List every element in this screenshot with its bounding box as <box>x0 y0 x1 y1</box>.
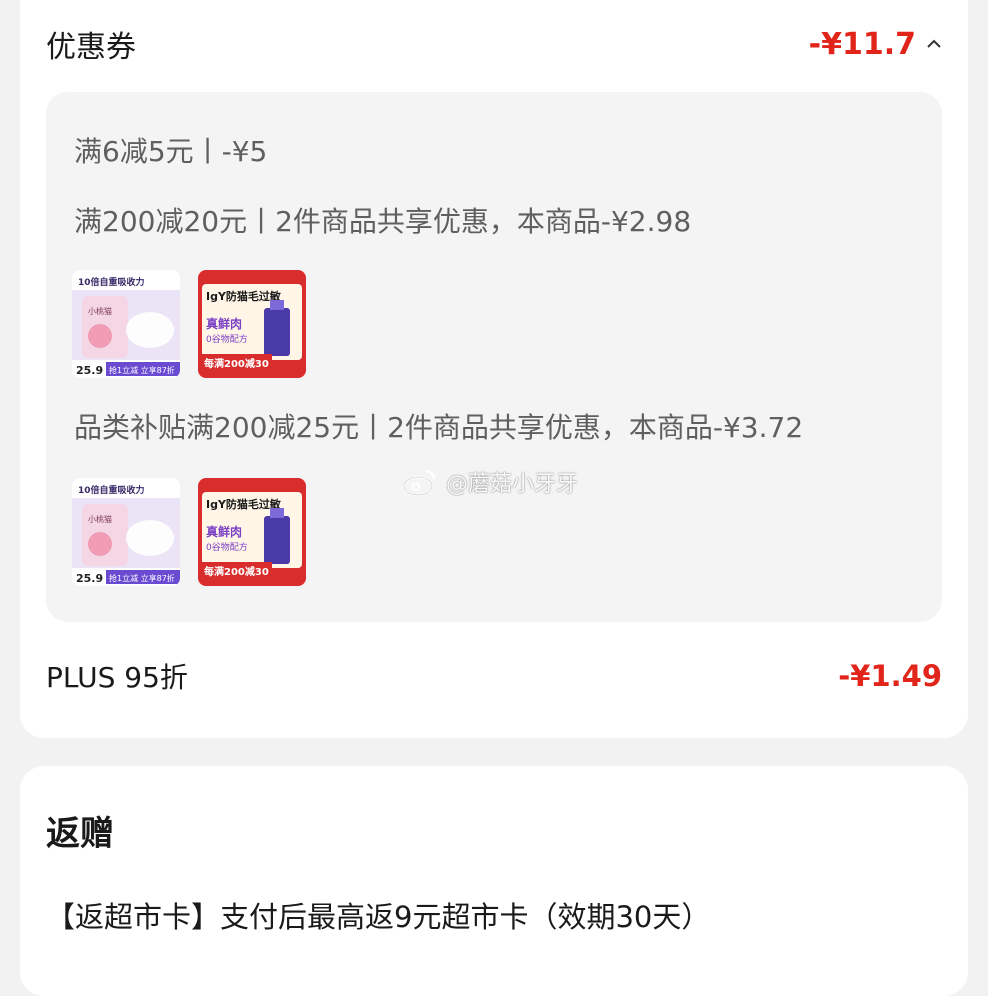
pad-headline: 10倍自重吸收力 <box>78 276 145 288</box>
pad-promo: 抢1立减 立享87折 <box>109 365 175 375</box>
coupon-line: 满200减20元丨2件商品共享优惠，本商品-¥2.98 <box>74 205 692 238</box>
chevron-up-icon[interactable] <box>926 36 942 52</box>
plus-discount-label: PLUS 95折 <box>46 661 188 694</box>
pad-headline: 10倍自重吸收力 <box>78 484 145 496</box>
product-thumbnail-catfood[interactable]: IgY防猫毛过敏 真鲜肉 0谷物配方 每满200减30 <box>198 478 306 586</box>
watermark-text: @蘑菇小牙牙 <box>446 472 579 497</box>
gift-title: 返赠 <box>46 814 114 854</box>
catfood-sub: 0谷物配方 <box>206 333 248 345</box>
catfood-sub: 0谷物配方 <box>206 541 248 553</box>
pad-price: 25.9 <box>76 572 103 585</box>
coupon-total-value: -¥11.7 <box>808 26 916 62</box>
catfood-main: 真鲜肉 <box>206 316 242 331</box>
gift-card: 返赠 【返超市卡】支付后最高返9元超市卡（效期30天） <box>20 766 968 996</box>
pad-brand: 小桃猫 <box>88 514 112 524</box>
coupon-detail-panel: 满6减5元丨-¥5 满200减20元丨2件商品共享优惠，本商品-¥2.98 10… <box>46 92 942 622</box>
coupon-line: 满6减5元丨-¥5 <box>74 135 268 168</box>
watermark: @蘑菇小牙牙 <box>402 466 578 498</box>
plus-discount-row: PLUS 95折 -¥1.49 <box>46 656 942 696</box>
product-thumbnail-catfood[interactable]: IgY防猫毛过敏 真鲜肉 0谷物配方 每满200减30 <box>198 270 306 378</box>
catfood-promo: 每满200减30 <box>204 565 269 578</box>
catfood-main: 真鲜肉 <box>206 524 242 539</box>
pad-promo: 抢1立减 立享87折 <box>109 573 175 583</box>
product-thumbnails: 10倍自重吸收力 小桃猫 25.9 抢1立减 立享87折 IgY防猫毛过敏 真鲜… <box>72 478 306 586</box>
plus-discount-value: -¥1.49 <box>838 659 942 693</box>
gift-description: 【返超市卡】支付后最高返9元超市卡（效期30天） <box>46 900 711 934</box>
product-thumbnail-pad[interactable]: 10倍自重吸收力 小桃猫 25.9 抢1立减 立享87折 <box>72 478 180 586</box>
product-thumbnails: 10倍自重吸收力 小桃猫 25.9 抢1立减 立享87折 IgY防猫毛过敏 真鲜… <box>72 270 306 378</box>
coupon-total[interactable]: -¥11.7 <box>809 27 942 62</box>
weibo-icon <box>402 469 436 497</box>
coupon-line: 品类补贴满200减25元丨2件商品共享优惠，本商品-¥3.72 <box>74 411 804 444</box>
catfood-promo: 每满200减30 <box>204 357 269 370</box>
coupon-title: 优惠券 <box>46 30 136 65</box>
coupon-header[interactable]: 优惠券 -¥11.7 <box>46 22 942 66</box>
pad-brand: 小桃猫 <box>88 306 112 316</box>
discount-card: 优惠券 -¥11.7 满6减5元丨-¥5 满200减20元丨2件商品共享优惠，本… <box>20 0 968 738</box>
pad-price: 25.9 <box>76 364 103 377</box>
product-thumbnail-pad[interactable]: 10倍自重吸收力 小桃猫 25.9 抢1立减 立享87折 <box>72 270 180 378</box>
